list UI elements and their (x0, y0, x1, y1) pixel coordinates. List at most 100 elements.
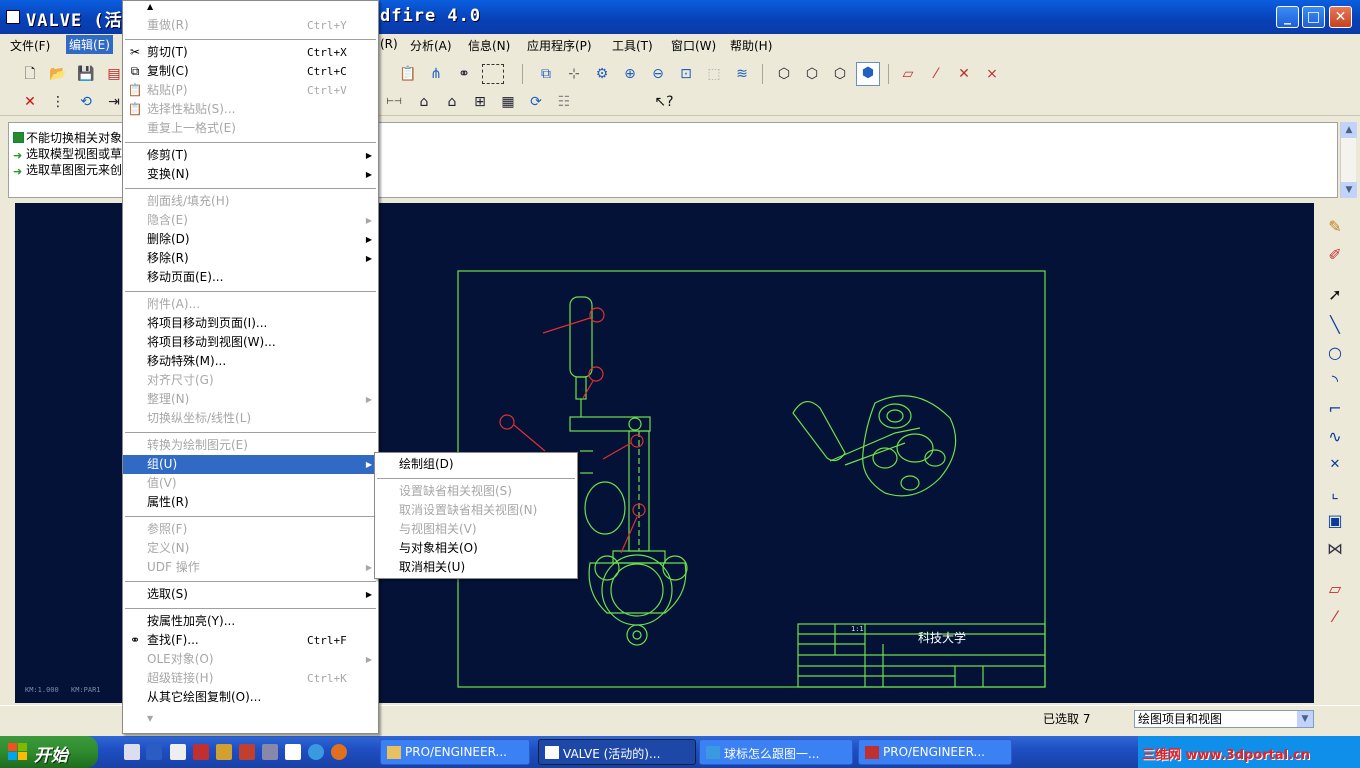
submenu-relate-object[interactable]: 与对象相关(O) (375, 539, 577, 558)
select-arrow-icon[interactable]: ➚ (1322, 283, 1348, 307)
wireframe-icon[interactable]: ⬡ (774, 64, 794, 84)
no-hidden-icon[interactable]: ⬡ (830, 64, 850, 84)
menu-item-hyperlink[interactable]: 超级链接(H) Ctrl+K (123, 669, 378, 688)
tool-icon[interactable] (262, 744, 278, 760)
datum-icon[interactable]: ⊹ (564, 64, 584, 84)
firefox-icon[interactable] (331, 744, 347, 760)
layers-icon[interactable]: ≋ (732, 64, 752, 84)
menu-applications[interactable]: 应用程序(P) (527, 37, 592, 54)
refit-icon[interactable]: ⧉ (536, 64, 556, 84)
draft-tools-icon[interactable]: ✐ (1322, 243, 1348, 267)
task-proe-folder[interactable]: PRO/ENGINEER... (380, 739, 530, 765)
plane-icon[interactable]: ▱ (1322, 577, 1348, 601)
menu-item-move-item-view[interactable]: 将项目移动到视图(W)... (123, 333, 378, 352)
close-button[interactable]: ✕ (1329, 6, 1352, 28)
menu-item-move-item-page[interactable]: 将项目移动到页面(I)... (123, 314, 378, 333)
menu-help[interactable]: 帮助(H) (730, 37, 772, 54)
menu-item-repeat-format[interactable]: 重复上一格式(E) (123, 119, 378, 138)
shading-icon[interactable]: ⬢ (856, 62, 880, 86)
menu-item-redo[interactable]: 重做(R) Ctrl+Y (123, 16, 378, 35)
save-icon[interactable]: 💾 (76, 64, 96, 84)
word-icon[interactable] (146, 744, 162, 760)
arc-icon[interactable]: ◝ (1322, 369, 1348, 393)
submenu-draft-group[interactable]: 绘制组(D) (375, 455, 577, 474)
task-proe-2[interactable]: PRO/ENGINEER... (858, 739, 1012, 765)
menu-item-trim[interactable]: 修剪(T) ▶ (123, 146, 378, 165)
menu-item-remove[interactable]: 移除(R) ▶ (123, 249, 378, 268)
menu-item-move-special[interactable]: 移动特殊(M)... (123, 352, 378, 371)
minimize-button[interactable]: _ (1276, 6, 1299, 28)
dimension-icon[interactable]: ⊢⊣ (384, 92, 404, 112)
datum-plane-icon[interactable]: ▱ (898, 64, 918, 84)
binoculars-icon[interactable]: ⚭ (454, 64, 474, 84)
menu-item-paste-special[interactable]: 📋 选择性粘贴(S)... (123, 100, 378, 119)
datum-csys-icon[interactable]: ⨯ (982, 64, 1002, 84)
selection-filter[interactable]: 绘图项目和视图 ▼ (1134, 710, 1314, 728)
chevron-down-icon[interactable]: ▼ (1297, 711, 1313, 727)
menu-tools[interactable]: 工具(T) (612, 37, 653, 54)
menu-item-transform[interactable]: 变换(N) ▶ (123, 165, 378, 184)
datum-axis-icon[interactable]: ⁄ (926, 64, 946, 84)
scroll-up-icon[interactable]: ▲ (1341, 122, 1357, 138)
select-box-icon[interactable] (482, 64, 504, 84)
table-regen-icon[interactable]: ⟳ (526, 92, 546, 112)
menu-item-value[interactable]: 值(V) (123, 474, 378, 493)
menu-item-reference[interactable]: 参照(F) (123, 520, 378, 539)
maximize-button[interactable]: □ (1302, 6, 1325, 28)
document-icon[interactable] (285, 744, 301, 760)
paste-icon[interactable]: 📋 (398, 64, 418, 84)
menu-item-copy[interactable]: ⧉ 复制(C) Ctrl+C (123, 62, 378, 81)
window-icon[interactable] (170, 744, 186, 760)
scroll-down-icon[interactable]: ▼ (1341, 182, 1357, 198)
submenu-relate-view[interactable]: 与视图相关(V) (375, 520, 577, 539)
menu-item-group[interactable]: 组(U) ▶ (123, 455, 378, 474)
zoom-in-icon[interactable]: ⊕ (620, 64, 640, 84)
menu-item-paste[interactable]: 📋 粘贴(P) Ctrl+V (123, 81, 378, 100)
start-button[interactable]: 开始 (0, 736, 98, 768)
menu-item-copy-from-drawing[interactable]: 从其它绘图复制(O)... (123, 688, 378, 707)
submenu-set-default-view[interactable]: 设置缺省相关视图(S) (375, 482, 577, 501)
app-cube-icon[interactable] (193, 744, 209, 760)
package-icon[interactable] (239, 744, 255, 760)
pdf-icon[interactable]: ▤ (104, 64, 124, 84)
menu-item-attach[interactable]: 附件(A)... (123, 295, 378, 314)
hidden-line-icon[interactable]: ⬡ (802, 64, 822, 84)
gtol-icon[interactable]: ⊞ (470, 92, 490, 112)
desktop-icon[interactable] (124, 744, 140, 760)
note-icon[interactable]: ⌂ (414, 92, 434, 112)
menu-file[interactable]: 文件(F) (10, 37, 50, 54)
move-icon[interactable]: ⇥ (104, 92, 124, 112)
zoom-fit-icon[interactable]: ⊡ (676, 64, 696, 84)
circle-icon[interactable]: ○ (1322, 341, 1348, 365)
spline-icon[interactable]: ∿ (1322, 425, 1348, 449)
tree-icon[interactable]: ⋔ (426, 64, 446, 84)
menu-item-cut[interactable]: ✂ 剪切(T) Ctrl+X (123, 43, 378, 62)
fillet-icon[interactable]: ⌐ (1322, 397, 1348, 421)
table-icon[interactable]: ▦ (498, 92, 518, 112)
menu-scroll-up[interactable]: ▲ (123, 1, 378, 15)
task-browser[interactable]: 球标怎么跟图一... (699, 739, 853, 765)
menu-info[interactable]: 信息(N) (468, 37, 510, 54)
line-icon[interactable]: ╲ (1322, 313, 1348, 337)
menu-item-properties[interactable]: 属性(R) (123, 493, 378, 512)
menu-item-highlight[interactable]: 按属性加亮(Y)... (123, 612, 378, 631)
task-valve[interactable]: VALVE (活动的)... (538, 739, 696, 765)
mirror-icon[interactable]: ⋈ (1322, 537, 1348, 561)
regenerate-icon[interactable]: ⟲ (76, 92, 96, 112)
balloon-icon[interactable]: ⌂ (442, 92, 462, 112)
message-scrollbar[interactable]: ▲ ▼ (1340, 122, 1357, 198)
menu-item-hatch[interactable]: 剖面线/填充(H) (123, 192, 378, 211)
sketch-tools-icon[interactable]: ✎ (1322, 215, 1348, 239)
delete-x-icon[interactable]: ✕ (20, 92, 40, 112)
menu-edit[interactable]: 编辑(E) (66, 35, 113, 54)
open-folder-icon[interactable]: 📂 (48, 64, 68, 84)
menu-item-delete[interactable]: 删除(D) ▶ (123, 230, 378, 249)
point-icon[interactable]: ✕ (1322, 453, 1348, 477)
menu-analysis[interactable]: 分析(A) (410, 37, 452, 54)
menu-item-hide[interactable]: 隐含(E) ▶ (123, 211, 378, 230)
menu-item-toggle-ordinate[interactable]: 切换纵坐标/线性(L) (123, 409, 378, 428)
spin-center-icon[interactable]: ⚙ (592, 64, 612, 84)
offset-icon[interactable]: ▣ (1322, 509, 1348, 533)
menu-item-move-page[interactable]: 移动页面(E)... (123, 268, 378, 287)
menu-item-convert[interactable]: 转换为绘制图元(E) (123, 436, 378, 455)
